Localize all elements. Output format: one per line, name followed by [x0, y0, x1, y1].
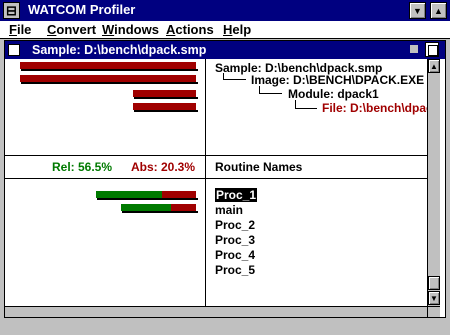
menu-file[interactable]: File	[9, 22, 31, 38]
menu-convert[interactable]: Convert	[47, 22, 96, 38]
bar-shadow	[134, 97, 198, 99]
tree-module[interactable]: Module: dpack1	[288, 87, 379, 101]
stats-header: Rel: 56.5% Abs: 20.3%	[5, 156, 205, 178]
system-menu-icon[interactable]: ⊟	[3, 2, 20, 19]
scroll-up-button[interactable]: ▲	[428, 59, 440, 73]
bar-shadow	[97, 198, 198, 200]
child-system-menu-icon[interactable]	[8, 44, 20, 56]
routine-item[interactable]: Proc_2	[215, 218, 255, 232]
maximize-icon	[428, 45, 438, 56]
sample-window-title: Sample: D:\bench\dpack.smp	[32, 43, 207, 57]
abs-bar-main	[171, 204, 196, 211]
routine-header: Routine Names	[206, 156, 427, 178]
maximize-button[interactable]: ▲	[430, 2, 447, 19]
abs-percent: Abs: 20.3%	[131, 160, 196, 174]
module-bar	[133, 90, 196, 97]
tree-line	[259, 93, 282, 94]
app-title: WATCOM Profiler	[28, 2, 136, 17]
scroll-up-icon: ▲	[430, 62, 438, 71]
scroll-down-icon: ▼	[430, 294, 438, 303]
scroll-down-button[interactable]: ▼	[428, 291, 440, 305]
tree-line	[223, 79, 246, 80]
menu-actions[interactable]: Actions	[166, 22, 214, 38]
tree-file[interactable]: File: D:\bench\dpack.c	[322, 101, 427, 115]
bar-shadow	[21, 69, 198, 71]
scroll-thumb[interactable]	[428, 276, 440, 290]
maximize-icon: ▲	[434, 6, 443, 16]
routine-bars-pane	[5, 179, 205, 306]
vertical-scrollbar[interactable]	[427, 59, 440, 306]
routine-item[interactable]: Proc_4	[215, 248, 255, 262]
tree-line	[295, 108, 317, 109]
menu-windows[interactable]: Windows	[102, 22, 159, 38]
horizontal-scroll-area[interactable]	[5, 306, 427, 317]
rel-bar-main	[121, 204, 171, 211]
size-box	[427, 306, 440, 317]
image-bars-pane	[5, 59, 205, 155]
minimize-icon: ▼	[413, 6, 422, 16]
routine-item[interactable]: Proc_5	[215, 263, 255, 277]
bar-shadow	[21, 82, 198, 84]
child-maximize-button[interactable]	[425, 42, 439, 57]
image-bar	[20, 62, 196, 69]
bar-shadow	[134, 110, 198, 112]
rel-bar-proc-1	[96, 191, 162, 198]
file-bar	[133, 103, 196, 110]
tree-image[interactable]: Image: D:\BENCH\DPACK.EXE	[251, 73, 424, 87]
routine-item[interactable]: Proc_3	[215, 233, 255, 247]
image-tree-pane: Sample: D:\bench\dpack.smp Image: D:\BEN…	[206, 59, 427, 155]
menu-bar: File Convert Windows Actions Help	[0, 21, 450, 39]
routine-item-selected[interactable]: Proc_1	[215, 188, 258, 202]
image-bar	[20, 75, 196, 82]
rel-percent: Rel: 56.5%	[52, 160, 113, 174]
routine-list: Proc_1 main Proc_2 Proc_3 Proc_4 Proc_5	[206, 179, 427, 306]
abs-bar-proc-1	[162, 191, 196, 198]
child-minimize-icon[interactable]	[410, 45, 418, 53]
menu-help[interactable]: Help	[223, 22, 251, 38]
minimize-button[interactable]: ▼	[409, 2, 426, 19]
routine-item[interactable]: main	[215, 203, 243, 217]
routine-names-header: Routine Names	[215, 160, 303, 174]
bar-shadow	[122, 211, 198, 213]
